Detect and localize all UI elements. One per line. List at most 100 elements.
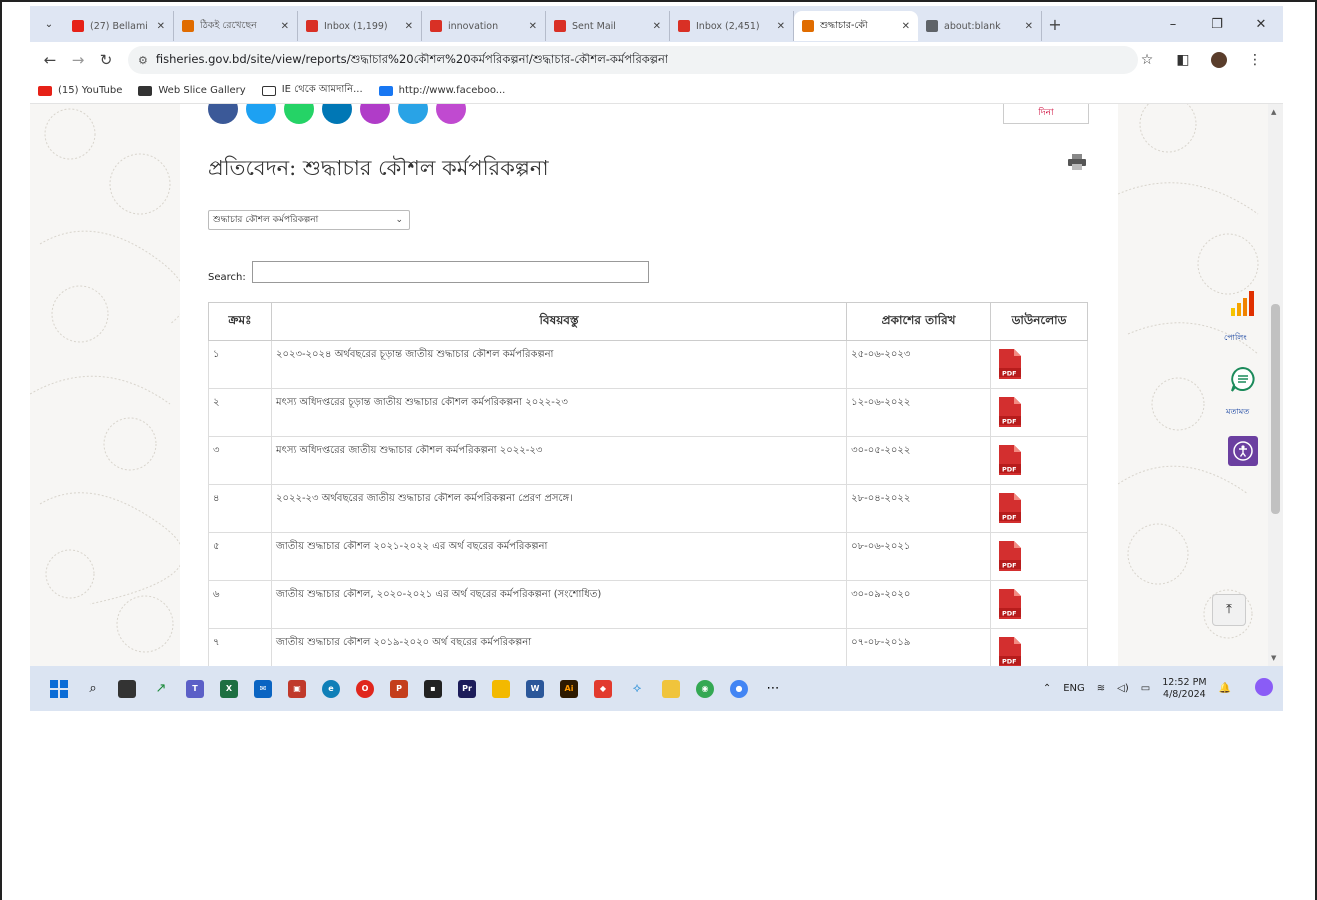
new-tab-button[interactable]: +: [1042, 15, 1068, 34]
windows-start-icon[interactable]: [44, 674, 74, 704]
premiere-icon[interactable]: Pr: [452, 674, 482, 704]
tab-close-icon[interactable]: ✕: [405, 21, 413, 32]
browser-tab[interactable]: Inbox (1,199) ✕: [298, 11, 422, 41]
wifi-icon[interactable]: ≋: [1097, 683, 1105, 694]
pdf-download-icon[interactable]: PDF: [999, 637, 1022, 666]
restore-icon[interactable]: ❐: [1195, 17, 1239, 32]
page-scrollbar[interactable]: ▲ ▼: [1268, 104, 1283, 666]
minimize-icon[interactable]: –: [1151, 17, 1195, 32]
column-header-serial[interactable]: ক্রমঃ: [208, 302, 272, 341]
opinion-label[interactable]: মতামত: [1226, 406, 1249, 419]
tab-close-icon[interactable]: ✕: [777, 21, 785, 32]
pdf-download-icon[interactable]: PDF: [999, 589, 1022, 619]
back-icon[interactable]: ←: [36, 51, 64, 69]
table-row: ২ মৎস্য অধিদপ্তরের চূড়ান্ত জাতীয় শুদ্ধা…: [208, 388, 1088, 437]
column-header-date[interactable]: প্রকাশের তারিখ: [846, 302, 992, 341]
linkedin-share-icon[interactable]: [322, 104, 352, 124]
print-icon[interactable]: [1068, 154, 1086, 170]
mail-icon[interactable]: ✉: [248, 674, 278, 704]
tab-close-icon[interactable]: ✕: [529, 21, 537, 32]
scroll-to-top-button[interactable]: ⤒: [1212, 594, 1246, 626]
browser-tab-strip: ⌄ (27) Bellami ✕ ঠিকই রেখেছেন ✕ Inbox (1,199…: [30, 6, 1283, 42]
language-button[interactable]: দিনা: [1003, 104, 1089, 124]
bookmark-star-icon[interactable]: ☆: [1129, 52, 1165, 68]
browser-tab[interactable]: Sent Mail ✕: [546, 11, 670, 41]
email-share-icon[interactable]: [360, 104, 390, 124]
illustrator-icon[interactable]: Ai: [554, 674, 584, 704]
edge-icon[interactable]: e: [316, 674, 346, 704]
browser-tab[interactable]: (27) Bellami ✕: [64, 11, 174, 41]
pdf-download-icon[interactable]: PDF: [999, 397, 1022, 427]
whatsapp-share-icon[interactable]: [284, 104, 314, 124]
twitter-share-icon[interactable]: [246, 104, 276, 124]
tab-close-icon[interactable]: ✕: [653, 21, 661, 32]
battery-icon[interactable]: ▭: [1141, 683, 1150, 694]
pdf-download-icon[interactable]: PDF: [999, 541, 1022, 571]
excel-icon[interactable]: X: [214, 674, 244, 704]
address-bar[interactable]: ⚙ fisheries.gov.bd/site/view/reports/শুদ…: [128, 46, 1138, 74]
tab-close-icon[interactable]: ✕: [157, 21, 165, 32]
side-panel-icon[interactable]: ◧: [1165, 52, 1201, 68]
more-apps-icon[interactable]: ⋯: [758, 674, 788, 704]
messenger-share-icon[interactable]: [398, 104, 428, 124]
column-header-subject[interactable]: বিষয়বস্তু: [270, 302, 848, 341]
tab-close-icon[interactable]: ✕: [1025, 21, 1033, 32]
facebook-share-icon[interactable]: [208, 104, 238, 124]
file-explorer-folder-icon[interactable]: [486, 674, 516, 704]
volume-icon[interactable]: ◁): [1117, 683, 1129, 694]
notification-bell-icon[interactable]: 🔔: [1219, 683, 1231, 694]
poll-chart-icon[interactable]: [1230, 290, 1256, 316]
report-category-select[interactable]: শুদ্ধাচার কৌশল কর্মপরিকল্পনা ⌄: [208, 210, 410, 230]
pdf-download-icon[interactable]: PDF: [999, 445, 1022, 475]
teams-icon[interactable]: T: [180, 674, 210, 704]
clock[interactable]: 12:52 PM 4/8/2024: [1162, 677, 1206, 701]
scroll-down-arrow-icon[interactable]: ▼: [1271, 654, 1276, 662]
scroll-up-arrow-icon[interactable]: ▲: [1271, 108, 1276, 116]
chrome-profile-icon[interactable]: ●: [724, 674, 754, 704]
tab-close-icon[interactable]: ✕: [902, 21, 910, 32]
task-view-icon[interactable]: [112, 674, 142, 704]
browser-tab[interactable]: innovation ✕: [422, 11, 546, 41]
stocks-widget-icon[interactable]: ↗: [146, 674, 176, 704]
pdf-download-icon[interactable]: PDF: [999, 349, 1022, 379]
browser-tab[interactable]: শুদ্ধাচার-কৌ ✕: [794, 11, 918, 41]
bookmark-item[interactable]: http://www.faceboo...: [378, 85, 505, 96]
scrollbar-thumb[interactable]: [1271, 304, 1280, 514]
tab-close-icon[interactable]: ✕: [281, 21, 289, 32]
bookmark-item[interactable]: (15) YouTube: [38, 85, 122, 96]
more-share-icon[interactable]: [436, 104, 466, 124]
close-window-icon[interactable]: ✕: [1239, 17, 1283, 32]
forward-icon[interactable]: →: [64, 51, 92, 69]
chrome-icon[interactable]: ◉: [690, 674, 720, 704]
feedback-chat-icon[interactable]: [1230, 366, 1256, 392]
opera-icon[interactable]: O: [350, 674, 380, 704]
input-language[interactable]: ENG: [1063, 683, 1085, 694]
photos-icon[interactable]: ▣: [282, 674, 312, 704]
search-icon[interactable]: ⌕: [78, 674, 108, 704]
word-icon[interactable]: W: [520, 674, 550, 704]
folder-icon[interactable]: [656, 674, 686, 704]
tab-search-chevron-icon[interactable]: ⌄: [34, 11, 64, 37]
pdf-download-icon[interactable]: PDF: [999, 493, 1022, 523]
site-info-icon[interactable]: ⚙: [138, 54, 148, 67]
copilot-icon[interactable]: [1243, 678, 1273, 699]
search-input[interactable]: [252, 261, 649, 283]
svg-text:PDF: PDF: [1002, 658, 1017, 666]
column-header-download[interactable]: ডাউনলোড: [990, 302, 1088, 341]
tray-overflow-icon[interactable]: ⌃: [1043, 683, 1051, 694]
bookmark-item[interactable]: IE থেকে আমদানি...: [261, 82, 363, 99]
poll-label[interactable]: পোলিং: [1224, 332, 1247, 345]
reload-icon[interactable]: ↻: [92, 51, 120, 69]
powerpoint-icon[interactable]: P: [384, 674, 414, 704]
sticky-notes-icon[interactable]: ▪: [418, 674, 448, 704]
svg-text:PDF: PDF: [1002, 562, 1017, 570]
browser-tab[interactable]: about:blank ✕: [918, 11, 1042, 41]
profile-avatar[interactable]: [1201, 52, 1237, 68]
browser-menu-icon[interactable]: ⋮: [1237, 52, 1273, 68]
browser-tab[interactable]: ঠিকই রেখেছেন ✕: [174, 11, 298, 41]
network-tool-icon[interactable]: ⟡: [622, 674, 652, 704]
anydesk-icon[interactable]: ◆: [588, 674, 618, 704]
browser-tab[interactable]: Inbox (2,451) ✕: [670, 11, 794, 41]
accessibility-button[interactable]: [1228, 436, 1258, 466]
bookmark-item[interactable]: Web Slice Gallery: [138, 85, 246, 96]
